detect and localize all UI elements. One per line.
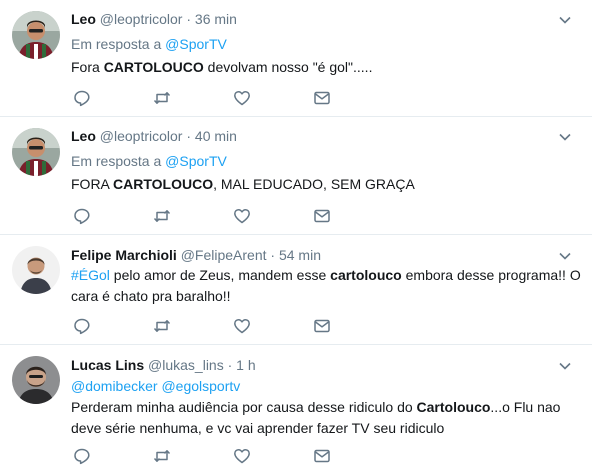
- retweet-icon: [153, 210, 171, 222]
- reply-button[interactable]: [72, 316, 92, 336]
- tweet-card[interactable]: Lucas Lins @lukas_lins · 1 h @domibecker…: [0, 345, 592, 475]
- author-handle[interactable]: @lukas_lins: [148, 357, 224, 373]
- reply-icon: [74, 90, 90, 107]
- retweet-button[interactable]: [152, 316, 172, 336]
- tweet-actions: [71, 206, 341, 226]
- like-button[interactable]: [232, 206, 252, 226]
- tweet-timestamp[interactable]: 40 min: [195, 128, 237, 144]
- separator-dot: ·: [186, 11, 192, 27]
- avatar[interactable]: [12, 246, 60, 294]
- envelope-icon: [314, 91, 330, 105]
- tweet-text: Fora CARTOLOUCO devolvam nosso "é gol"..…: [71, 57, 581, 78]
- reply-button[interactable]: [72, 88, 92, 108]
- reply-prefix: Em resposta a: [71, 153, 166, 169]
- tweet-card[interactable]: Felipe Marchioli @FelipeArent · 54 min #…: [0, 235, 592, 345]
- author-name[interactable]: Lucas Lins: [71, 357, 144, 373]
- author-handle[interactable]: @leoptricolor: [100, 128, 183, 144]
- heart-icon: [234, 90, 250, 106]
- tweet-timestamp[interactable]: 36 min: [195, 11, 237, 27]
- like-button[interactable]: [232, 446, 252, 466]
- avatar-image: [12, 128, 60, 176]
- direct-message-button[interactable]: [312, 88, 332, 108]
- tweet-timeline: Leo @leoptricolor · 36 min Em resposta a…: [0, 0, 592, 475]
- envelope-icon: [314, 319, 330, 333]
- tweet-timestamp[interactable]: 1 h: [236, 357, 255, 373]
- heart-icon: [234, 208, 250, 224]
- avatar-image: [12, 356, 60, 404]
- tweet-card[interactable]: Leo @leoptricolor · 36 min Em resposta a…: [0, 0, 592, 117]
- tweet-header: Leo @leoptricolor · 40 min: [71, 127, 237, 145]
- tweet-header: Leo @leoptricolor · 36 min: [71, 10, 237, 28]
- tweet-card[interactable]: Leo @leoptricolor · 40 min Em resposta a…: [0, 117, 592, 235]
- separator-dot: ·: [270, 247, 276, 263]
- reply-to-link[interactable]: @SporTV: [165, 153, 227, 169]
- envelope-icon: [314, 209, 330, 223]
- author-name[interactable]: Leo: [71, 128, 96, 144]
- text-part: pelo amor de Zeus, mandem esse: [109, 267, 331, 283]
- avatar[interactable]: [12, 128, 60, 176]
- chevron-down-icon[interactable]: [558, 13, 572, 27]
- tweet-text: @domibecker @egolsportv Perderam minha a…: [71, 376, 581, 439]
- tweet-actions: [71, 316, 341, 336]
- direct-message-button[interactable]: [312, 206, 332, 226]
- retweet-icon: [153, 92, 171, 104]
- reply-icon: [74, 318, 90, 335]
- chevron-down-icon[interactable]: [558, 130, 572, 144]
- text-part: devolvam nosso "é gol".....: [203, 59, 373, 75]
- tweet-header: Felipe Marchioli @FelipeArent · 54 min: [71, 246, 321, 264]
- envelope-icon: [314, 449, 330, 463]
- reply-context: Em resposta a @SporTV: [71, 35, 227, 53]
- text-highlight: CARTOLOUCO: [113, 176, 214, 192]
- reply-icon: [74, 208, 90, 225]
- heart-icon: [234, 318, 250, 334]
- text-part: , MAL EDUCADO, SEM GRAÇA: [213, 176, 415, 192]
- reply-button[interactable]: [72, 446, 92, 466]
- retweet-button[interactable]: [152, 206, 172, 226]
- author-handle[interactable]: @FelipeArent: [181, 247, 267, 263]
- chevron-down-icon[interactable]: [558, 359, 572, 373]
- avatar[interactable]: [12, 11, 60, 59]
- tweet-text: FORA CARTOLOUCO, MAL EDUCADO, SEM GRAÇA: [71, 174, 581, 195]
- chevron-down-icon[interactable]: [558, 249, 572, 263]
- direct-message-button[interactable]: [312, 446, 332, 466]
- reply-button[interactable]: [72, 206, 92, 226]
- retweet-icon: [153, 320, 171, 332]
- retweet-icon: [153, 450, 171, 462]
- direct-message-button[interactable]: [312, 316, 332, 336]
- author-name[interactable]: Felipe Marchioli: [71, 247, 177, 263]
- tweet-actions: [71, 88, 341, 108]
- avatar-image: [12, 246, 60, 294]
- retweet-button[interactable]: [152, 88, 172, 108]
- reply-prefix: Em resposta a: [71, 36, 166, 52]
- separator-dot: ·: [227, 357, 233, 373]
- reply-context: Em resposta a @SporTV: [71, 152, 227, 170]
- tweet-header: Lucas Lins @lukas_lins · 1 h: [71, 356, 256, 374]
- like-button[interactable]: [232, 88, 252, 108]
- retweet-button[interactable]: [152, 446, 172, 466]
- mention-link[interactable]: @domibecker: [71, 378, 158, 394]
- text-highlight: Cartolouco: [416, 399, 491, 415]
- tweet-actions: [71, 446, 341, 466]
- text-highlight: cartolouco: [330, 267, 402, 283]
- text-part: Fora: [71, 59, 104, 75]
- author-handle[interactable]: @leoptricolor: [100, 11, 183, 27]
- tweet-text: #ÉGol pelo amor de Zeus, mandem esse car…: [71, 265, 581, 307]
- text-part: FORA: [71, 176, 114, 192]
- like-button[interactable]: [232, 316, 252, 336]
- author-name[interactable]: Leo: [71, 11, 96, 27]
- text-part: Perderam minha audiência por causa desse…: [71, 399, 417, 415]
- hashtag-link[interactable]: #ÉGol: [71, 267, 110, 283]
- mention-link[interactable]: @egolsportv: [161, 378, 240, 394]
- tweet-timestamp[interactable]: 54 min: [279, 247, 321, 263]
- avatar-image: [12, 11, 60, 59]
- separator-dot: ·: [186, 128, 192, 144]
- heart-icon: [234, 448, 250, 464]
- reply-to-link[interactable]: @SporTV: [165, 36, 227, 52]
- text-highlight: CARTOLOUCO: [103, 59, 204, 75]
- avatar[interactable]: [12, 356, 60, 404]
- reply-icon: [74, 448, 90, 465]
